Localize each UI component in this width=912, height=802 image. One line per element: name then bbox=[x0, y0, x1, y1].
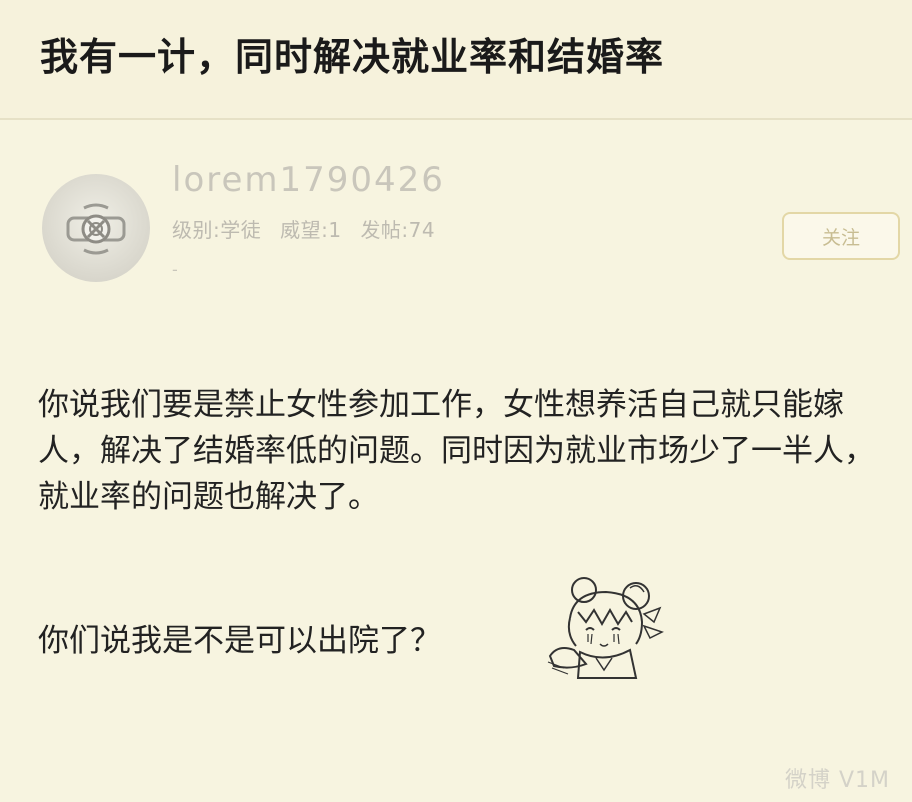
post-paragraph: 你们说我是不是可以出院了？ bbox=[38, 623, 441, 659]
avatar[interactable] bbox=[42, 174, 150, 282]
anime-girl-sticker-icon bbox=[547, 577, 664, 679]
post-paragraph: 你说我们要是禁止女性参加工作，女性想养活自己就只能嫁人，解决了结婚率低的问题。同… bbox=[38, 387, 875, 515]
author-level: 级别:学徒 bbox=[172, 218, 262, 242]
post-card: lorem1790426 级别:学徒 威望:1 发帖:74 - 关注 你说我们要… bbox=[0, 120, 912, 802]
author-stats: 级别:学徒 威望:1 发帖:74 bbox=[172, 214, 447, 243]
watermark: 微博 V1M bbox=[784, 768, 890, 793]
author-post-count: 发帖:74 bbox=[360, 218, 436, 242]
author-signature: - bbox=[172, 260, 178, 279]
follow-button[interactable]: 关注 bbox=[782, 212, 900, 260]
thread-title: 我有一计，同时解决就业率和结婚率 bbox=[40, 35, 665, 79]
author-prestige: 威望:1 bbox=[280, 218, 342, 242]
default-avatar-icon bbox=[66, 203, 126, 255]
forum-page: 我有一计，同时解决就业率和结婚率 lorem1790426 级别:学徒 威望:1… bbox=[0, 0, 912, 802]
post-body: 你说我们要是禁止女性参加工作，女性想养活自己就只能嫁人，解决了结婚率低的问题。同… bbox=[38, 382, 898, 564]
thread-header: 我有一计，同时解决就业率和结婚率 bbox=[0, 0, 912, 118]
author-username[interactable]: lorem1790426 bbox=[172, 160, 445, 200]
